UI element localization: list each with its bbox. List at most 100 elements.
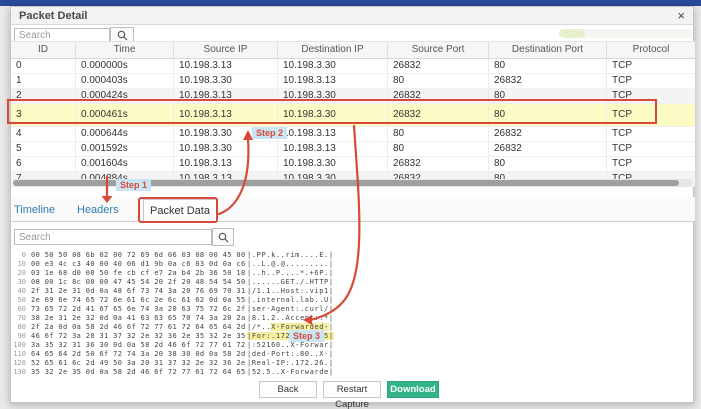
- hex-bytes: 38 2e 31 2e 32 0d 0a 41 63 63 65 70 74 3…: [31, 314, 246, 322]
- hex-search-input[interactable]: [14, 229, 212, 245]
- scrollbar-thumb[interactable]: [13, 180, 679, 186]
- progress-bar: [559, 29, 693, 38]
- hex-ascii: |......GET./.HTTP|: [247, 278, 334, 286]
- table-row[interactable]: 4 0.000644s 10.198.3.30 10.198.3.13 80 26832 T…: [11, 127, 695, 142]
- hex-line: 90 46 6f 72 3a 20 31 37 32 2e 32 36 2e 35…: [13, 332, 393, 341]
- hex-line: 70 38 2e 31 2e 32 0d 0a 41 63 63 65 70 74…: [13, 314, 393, 323]
- table-cell: 0.001592s: [76, 142, 174, 156]
- table-row[interactable]: 0 0.000000s 10.198.3.13 10.198.3.30 26832 80 T…: [11, 59, 695, 74]
- close-icon[interactable]: ×: [677, 8, 685, 24]
- column-header: Destination IP: [278, 42, 388, 58]
- table-cell: 26832: [388, 104, 489, 126]
- table-cell: 0.000000s: [76, 59, 174, 73]
- table-cell: TCP: [612, 158, 632, 169]
- horizontal-scrollbar[interactable]: [13, 179, 693, 187]
- table-cell: 80: [489, 59, 607, 73]
- column-header: Protocol: [632, 44, 670, 55]
- hex-offset: 40: [17, 287, 26, 295]
- table-cell: TCP: [612, 128, 632, 139]
- hex-line: 10 00 e3 4c c3 40 00 40 06 d1 9b 0a c6 03…: [13, 260, 393, 269]
- hex-line: 60 73 65 72 2d 41 67 65 6e 74 3a 20 63 75…: [13, 305, 393, 314]
- back-button[interactable]: Back: [259, 381, 317, 398]
- hex-ascii: |.PP.k..rim....E.|: [247, 251, 334, 259]
- hex-bytes: 3a 35 32 31 36 30 0d 0a 58 2d 46 6f 72 7…: [31, 341, 246, 349]
- table-cell: 0.000644s: [76, 127, 174, 141]
- hex-ascii-highlight: |For:.172.26.52.5|: [247, 332, 334, 340]
- screen: Packet Detail × IDTimeSource IPDestinati…: [0, 0, 701, 409]
- hex-line: 0 00 50 50 08 6b 02 00 72 69 6d 06 03 08 …: [13, 251, 393, 260]
- search-icon: [117, 30, 127, 41]
- column-header: ID: [11, 42, 76, 58]
- hex-bytes: 2e 69 6e 74 65 72 6e 61 6c 2e 6c 61 62 0…: [31, 296, 246, 304]
- hex-ascii: |/*..X-Forwarded-|: [247, 323, 334, 331]
- hex-offset: 70: [17, 314, 26, 322]
- table-cell: 80: [489, 104, 607, 126]
- hex-offset: 90: [17, 332, 26, 340]
- table-cell: 10.198.3.30: [278, 104, 388, 126]
- table-cell: 0.000461s: [76, 104, 174, 126]
- table-cell: 26832: [388, 157, 489, 171]
- hex-ascii: |:52160..X-Forwar|: [247, 341, 334, 349]
- hex-line: 50 2e 69 6e 74 65 72 6e 61 6c 2e 6c 61 62…: [13, 296, 393, 305]
- hex-line: 130 35 32 2e 35 0d 0a 58 2d 46 6f 72 77 6…: [13, 368, 393, 377]
- table-cell: 80: [388, 127, 489, 141]
- tab-headers[interactable]: Headers: [77, 204, 119, 216]
- table-row[interactable]: 1 0.000403s 10.198.3.30 10.198.3.13 80 26832 T…: [11, 74, 695, 89]
- hex-offset: 80: [17, 323, 26, 331]
- table-cell: 5: [11, 142, 76, 156]
- tab-strip: Timeline Headers Packet Data: [11, 197, 695, 222]
- hex-line: 100 3a 35 32 31 36 30 0d 0a 58 2d 46 6f 7…: [13, 341, 393, 350]
- hex-offset: 10: [17, 260, 26, 268]
- table-cell: 80: [489, 157, 607, 171]
- table-row[interactable]: 5 0.001592s 10.198.3.30 10.198.3.13 80 26832 T…: [11, 142, 695, 157]
- hex-offset: 60: [17, 305, 26, 313]
- table-row[interactable]: 3 0.000461s 10.198.3.13 10.198.3.30 26832 80 T…: [11, 104, 695, 127]
- hex-offset: 120: [13, 359, 26, 367]
- table-cell: 0: [11, 59, 76, 73]
- table-row[interactable]: 2 0.000424s 10.198.3.13 10.198.3.30 26832 80 T…: [11, 89, 695, 104]
- table-row[interactable]: 6 0.001604s 10.198.3.13 10.198.3.30 26832 80 T…: [11, 157, 695, 172]
- table-cell: 80: [388, 74, 489, 88]
- table-cell: 10.198.3.13: [174, 104, 278, 126]
- table-cell: 10.198.3.13: [174, 157, 278, 171]
- column-header: Destination Port: [489, 42, 607, 58]
- packet-table-header: ID Time Source IP Destination IP Source Port…: [11, 41, 695, 59]
- search-icon: [218, 232, 228, 242]
- hex-offset: 110: [13, 350, 26, 358]
- table-cell: 26832: [489, 127, 607, 141]
- table-cell: 0.000424s: [76, 89, 174, 103]
- table-cell: TCP: [612, 60, 632, 71]
- table-cell: TCP: [612, 75, 632, 86]
- table-cell: TCP: [612, 90, 632, 101]
- hex-bytes: 2f 2a 0d 0a 58 2d 46 6f 72 77 61 72 64 6…: [31, 323, 246, 331]
- hex-bytes: 52 65 61 6c 2d 49 50 3a 20 31 37 32 2e 3…: [31, 359, 246, 367]
- hex-bytes: 46 6f 72 3a 20 31 37 32 2e 32 36 2e 35 3…: [31, 332, 246, 340]
- hex-ascii: |ser-Agent:.curl/|: [247, 305, 334, 313]
- hex-line: 80 2f 2a 0d 0a 58 2d 46 6f 72 77 61 72 64…: [13, 323, 393, 332]
- dialog-titlebar: Packet Detail ×: [11, 7, 693, 25]
- table-cell: 80: [388, 142, 489, 156]
- table-cell: 6: [11, 157, 76, 171]
- table-cell: 10.198.3.13: [278, 127, 388, 141]
- hex-bytes: 00 e3 4c c3 40 00 40 06 d1 9b 0a c6 03 0…: [31, 260, 246, 268]
- packet-detail-dialog: Packet Detail × IDTimeSource IPDestinati…: [10, 6, 695, 409]
- restart-capture-button[interactable]: Restart Capture: [323, 381, 381, 409]
- hex-ascii: |Real-IP:.172.26.|: [247, 359, 334, 367]
- table-cell: 10.198.3.13: [174, 59, 278, 73]
- hex-offset: 30: [17, 278, 26, 286]
- packet-table-body: 0 0.000000s 10.198.3.13 10.198.3.30 26832 80 T…: [11, 59, 695, 187]
- hex-search-button[interactable]: [212, 228, 234, 246]
- table-cell: 10.198.3.13: [278, 142, 388, 156]
- hex-ascii: |/1.1..Host:.vip1|: [247, 287, 334, 295]
- progress-fill: [559, 29, 585, 38]
- table-cell: 0.001604s: [76, 157, 174, 171]
- tab-packet-data[interactable]: Packet Data: [143, 199, 217, 222]
- tab-timeline[interactable]: Timeline: [14, 204, 55, 216]
- table-cell: 26832: [388, 59, 489, 73]
- hex-bytes: 08 00 1c 8c 00 00 47 45 54 20 2f 20 48 5…: [31, 278, 246, 286]
- download-button[interactable]: Download: [387, 381, 439, 398]
- hex-offset: 50: [17, 296, 26, 304]
- hex-line: 40 2f 31 2e 31 0d 0a 48 6f 73 74 3a 20 76…: [13, 287, 393, 296]
- table-cell: 0.000403s: [76, 74, 174, 88]
- table-cell: 10.198.3.30: [278, 157, 388, 171]
